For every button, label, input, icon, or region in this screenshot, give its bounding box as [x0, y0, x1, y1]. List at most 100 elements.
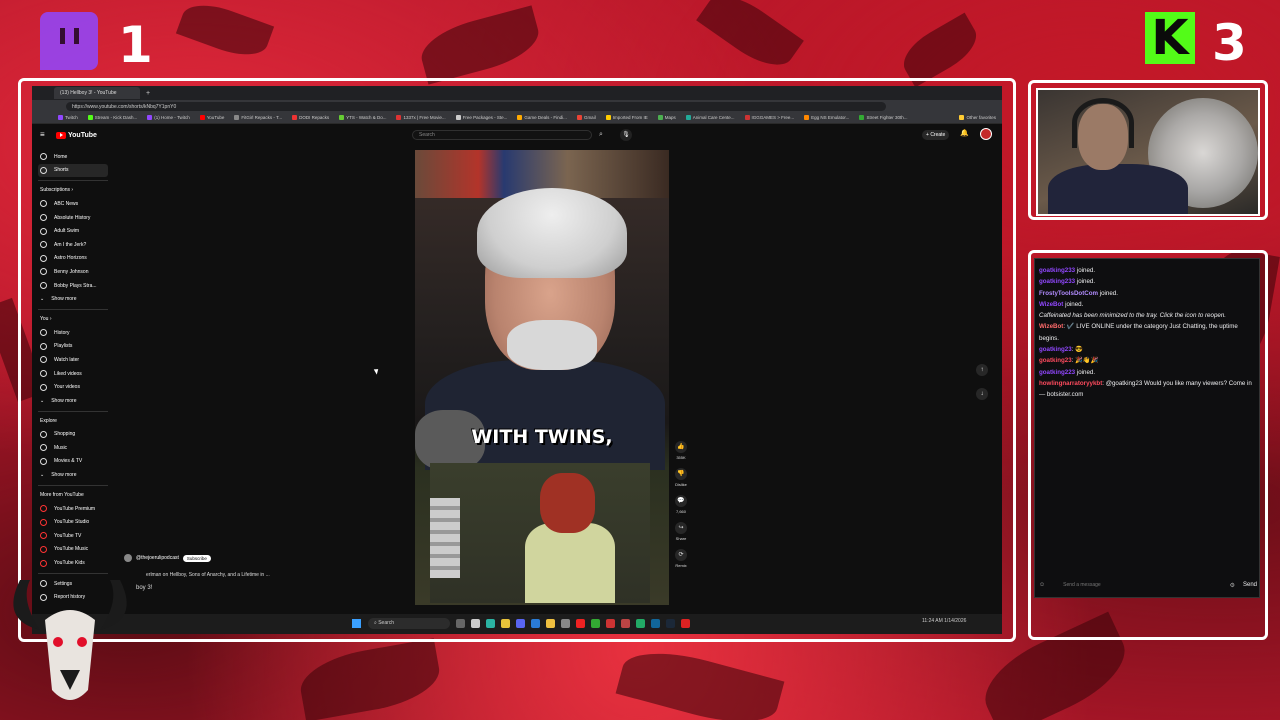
youtube-logo[interactable]: YouTube — [56, 131, 97, 139]
bookmark[interactable]: Egg NS Emulator... — [804, 115, 849, 120]
browser-tab[interactable]: (13) Hellboy 3! - YouTube — [54, 87, 140, 99]
mic-icon[interactable]: 🎙 — [620, 129, 632, 141]
show-more-explore[interactable]: ⌄ Show more — [38, 468, 108, 482]
chat-username[interactable]: WizeBot — [1039, 323, 1063, 330]
next-short-button[interactable]: ↓ — [976, 388, 988, 400]
you-heading[interactable]: You › — [38, 313, 108, 326]
show-more-you[interactable]: ⌄ Show more — [38, 394, 108, 408]
comments-button[interactable]: 💬 7,660 — [673, 495, 689, 514]
chat-username[interactable]: WizeBot — [1039, 301, 1063, 308]
sidebar-item-liked-videos[interactable]: Liked videos — [38, 367, 108, 381]
sidebar-item-tv[interactable]: YouTube TV — [38, 529, 108, 543]
bookmark[interactable]: Stream - Kick Dash... — [87, 115, 137, 120]
sidebar-item-premium[interactable]: YouTube Premium — [38, 502, 108, 516]
discord-icon[interactable] — [516, 619, 525, 628]
system-tray[interactable]: 11:24 AM 1/14/2026 — [922, 618, 966, 624]
sidebar-item-movies[interactable]: Movies & TV — [38, 455, 108, 469]
sidebar-item-shopping[interactable]: Shopping — [38, 428, 108, 442]
app-icon[interactable] — [606, 619, 615, 628]
remix-button[interactable]: ⟳ Remix — [673, 549, 689, 568]
task-view-icon[interactable] — [456, 619, 465, 628]
menu-icon[interactable]: ≡ — [40, 130, 45, 139]
youtube-tv-icon — [40, 532, 47, 540]
bookmark[interactable]: Game Deals - Findi... — [517, 115, 567, 120]
send-button[interactable]: Send — [1243, 582, 1257, 588]
subscriptions-heading[interactable]: Subscriptions › — [38, 184, 108, 197]
youtube-app-icon[interactable] — [576, 619, 585, 628]
chat-username[interactable]: goatking23 — [1039, 346, 1072, 353]
chat-username[interactable]: goatking23 — [1039, 357, 1072, 364]
chat-username[interactable]: FrostyToolsDotCom — [1039, 290, 1098, 297]
app-icon[interactable] — [591, 619, 600, 628]
sidebar-item-music[interactable]: Music — [38, 441, 108, 455]
video-title[interactable]: erlman on Hellboy, Sons of Anarchy, and … — [146, 572, 270, 578]
emote-icon[interactable]: ☺ — [1039, 582, 1045, 588]
subscription-item[interactable]: Am I the Jerk? — [38, 238, 108, 252]
sidebar-item-history[interactable]: History — [38, 326, 108, 340]
bookmark[interactable]: (1) Home - Twitch — [147, 115, 190, 120]
search-input[interactable]: Search — [412, 130, 592, 140]
folder-icon[interactable] — [546, 619, 555, 628]
bookmark[interactable]: Free Packages - Ste... — [455, 115, 507, 120]
widgets-icon[interactable] — [471, 619, 480, 628]
subscribe-button[interactable]: Subscribe — [182, 554, 211, 562]
chat-input[interactable]: Send a message — [1063, 582, 1101, 588]
subscription-item[interactable]: Bobby Plays Stra... — [38, 279, 108, 293]
show-more-subscriptions[interactable]: ⌄ Show more — [38, 292, 108, 306]
new-tab-icon[interactable]: + — [146, 90, 150, 97]
chat-username[interactable]: howlingnarratoryykbt — [1039, 380, 1102, 387]
bookmark[interactable]: DODI Repacks — [292, 115, 329, 120]
sidebar-item-music-app[interactable]: YouTube Music — [38, 543, 108, 557]
bookmark[interactable]: Gmail — [576, 115, 596, 120]
bookmark[interactable]: Imported From IE — [605, 115, 648, 120]
channel-handle[interactable]: @thejoerulipodcast — [136, 555, 179, 561]
chat-username[interactable]: goatking223 — [1039, 369, 1075, 376]
subscription-item[interactable]: Adult Swim — [38, 224, 108, 238]
chat-username[interactable]: goatking233 — [1039, 267, 1075, 274]
avatar[interactable] — [980, 128, 992, 140]
windows-start-icon[interactable] — [352, 619, 361, 628]
bookmark[interactable]: YouTube — [199, 115, 224, 120]
video-caption: WITH TWINS, — [471, 426, 613, 448]
edge-icon[interactable] — [486, 619, 495, 628]
dislike-button[interactable]: 👎 Dislike — [673, 468, 689, 487]
subscription-item[interactable]: Benny Johnson — [38, 265, 108, 279]
bookmark[interactable]: FitGirl Repacks - T... — [234, 115, 282, 120]
sidebar-item-studio[interactable]: YouTube Studio — [38, 515, 108, 529]
short-video-player[interactable]: WITH TWINS, — [415, 150, 669, 605]
gear-icon[interactable]: ⚙ — [1230, 582, 1235, 589]
create-button[interactable]: + Create — [922, 130, 950, 140]
app-icon[interactable] — [621, 619, 630, 628]
bookmark[interactable]: Twitch — [58, 115, 78, 120]
store-icon[interactable] — [531, 619, 540, 628]
bookmark[interactable]: Animal Care Cente... — [685, 115, 735, 120]
address-bar[interactable]: https://www.youtube.com/shorts/kNbq7Y1pn… — [66, 101, 886, 111]
sidebar-item-home[interactable]: Home — [38, 150, 108, 164]
app-icon[interactable] — [681, 619, 690, 628]
subscription-item[interactable]: Astro Horizons — [38, 252, 108, 266]
sidebar-item-shorts[interactable]: Shorts — [38, 163, 108, 178]
chat-username[interactable]: goatking233 — [1039, 278, 1075, 285]
app-icon[interactable] — [651, 619, 660, 628]
previous-short-button[interactable]: ↑ — [976, 364, 988, 376]
app-icon[interactable] — [636, 619, 645, 628]
bell-icon[interactable]: 🔔 — [960, 129, 969, 137]
sidebar-item-your-videos[interactable]: Your videos — [38, 380, 108, 394]
bookmark[interactable]: 1337x | Free Movie... — [396, 115, 446, 120]
sidebar-item-watch-later[interactable]: Watch later — [38, 353, 108, 367]
taskbar-search[interactable]: ⌕ Search — [368, 618, 450, 629]
bookmark[interactable]: IGGGAMES > Free... — [744, 115, 794, 120]
share-button[interactable]: ↪ Share — [673, 522, 689, 541]
bookmark-other-favorites[interactable]: Other favorites — [959, 115, 996, 120]
bookmark[interactable]: Street Fighter 30th... — [859, 115, 907, 120]
bookmark[interactable]: YTS - Watch & Do... — [339, 115, 386, 120]
subscription-item[interactable]: ABC News — [38, 197, 108, 211]
sidebar-item-playlists[interactable]: Playlists — [38, 340, 108, 354]
search-icon[interactable]: ⌕ — [594, 130, 608, 140]
subscription-item[interactable]: Absolute History — [38, 211, 108, 225]
steam-icon[interactable] — [666, 619, 675, 628]
app-icon[interactable] — [561, 619, 570, 628]
bookmark[interactable]: Maps — [657, 115, 676, 120]
like-button[interactable]: 👍 355K — [673, 441, 689, 460]
chrome-icon[interactable] — [501, 619, 510, 628]
